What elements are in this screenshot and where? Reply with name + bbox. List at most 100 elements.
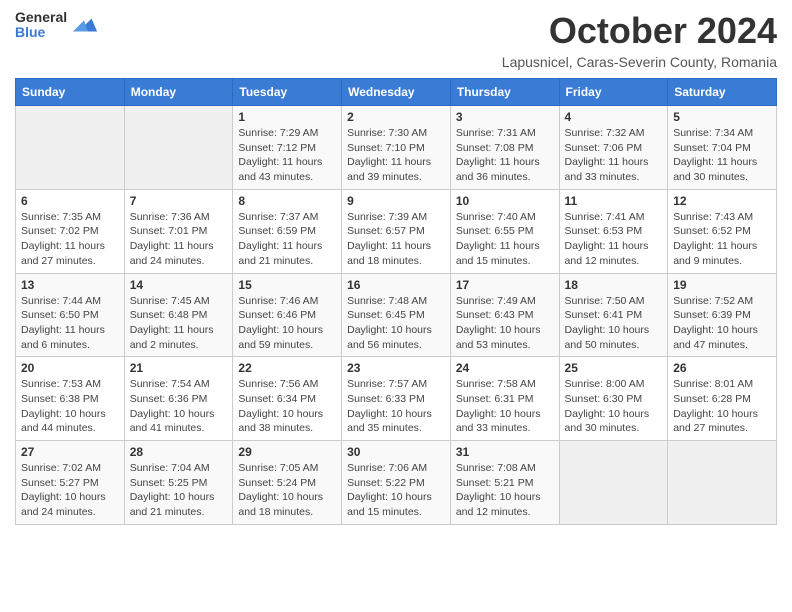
day-number: 31 [456, 445, 554, 459]
day-number: 20 [21, 361, 119, 375]
calendar-cell: 20 Sunrise: 7:53 AM Sunset: 6:38 PM Dayli… [16, 357, 125, 441]
day-info: Sunrise: 7:41 AM Sunset: 6:53 PM Dayligh… [565, 210, 663, 269]
logo-icon [71, 11, 99, 39]
calendar-cell: 24Sunrise: 7:58 AM Sunset: 6:31 PM Dayli… [450, 357, 559, 441]
day-number: 17 [456, 278, 554, 292]
logo: General Blue [15, 10, 99, 41]
header-monday: Monday [124, 79, 233, 106]
day-info: Sunrise: 7:05 AM Sunset: 5:24 PM Dayligh… [238, 461, 336, 520]
title-section: October 2024 Lapusnicel, Caras-Severin C… [502, 10, 777, 70]
calendar-cell: 16Sunrise: 7:48 AM Sunset: 6:45 PM Dayli… [342, 273, 451, 357]
day-info: Sunrise: 8:01 AM Sunset: 6:28 PM Dayligh… [673, 377, 771, 436]
calendar-week-row: 6 Sunrise: 7:35 AM Sunset: 7:02 PM Daylig… [16, 189, 777, 273]
calendar-cell [668, 441, 777, 525]
day-info: Sunrise: 7:48 AM Sunset: 6:45 PM Dayligh… [347, 294, 445, 353]
calendar-cell: 17 Sunrise: 7:49 AM Sunset: 6:43 PM Dayli… [450, 273, 559, 357]
day-info: Sunrise: 7:31 AM Sunset: 7:08 PM Dayligh… [456, 126, 554, 185]
day-info: Sunrise: 7:08 AM Sunset: 5:21 PM Dayligh… [456, 461, 554, 520]
calendar-week-row: 13 Sunrise: 7:44 AM Sunset: 6:50 PM Dayli… [16, 273, 777, 357]
day-info: Sunrise: 7:43 AM Sunset: 6:52 PM Dayligh… [673, 210, 771, 269]
calendar-cell: 8Sunrise: 7:37 AM Sunset: 6:59 PM Daylig… [233, 189, 342, 273]
day-number: 10 [456, 194, 554, 208]
calendar-cell: 23Sunrise: 7:57 AM Sunset: 6:33 PM Dayli… [342, 357, 451, 441]
calendar-cell: 6 Sunrise: 7:35 AM Sunset: 7:02 PM Daylig… [16, 189, 125, 273]
day-number: 27 [21, 445, 119, 459]
day-info: Sunrise: 7:45 AM Sunset: 6:48 PM Dayligh… [130, 294, 228, 353]
location-subtitle: Lapusnicel, Caras-Severin County, Romani… [502, 54, 777, 70]
calendar-cell: 18 Sunrise: 7:50 AM Sunset: 6:41 PM Dayli… [559, 273, 668, 357]
calendar-cell [124, 106, 233, 190]
calendar-cell: 15 Sunrise: 7:46 AM Sunset: 6:46 PM Dayli… [233, 273, 342, 357]
month-title: October 2024 [502, 10, 777, 52]
day-number: 2 [347, 110, 445, 124]
day-info: Sunrise: 7:54 AM Sunset: 6:36 PM Dayligh… [130, 377, 228, 436]
day-number: 30 [347, 445, 445, 459]
calendar-cell: 9Sunrise: 7:39 AM Sunset: 6:57 PM Daylig… [342, 189, 451, 273]
calendar-week-row: 20 Sunrise: 7:53 AM Sunset: 6:38 PM Dayli… [16, 357, 777, 441]
calendar-cell: 1 Sunrise: 7:29 AM Sunset: 7:12 PM Daylig… [233, 106, 342, 190]
day-info: Sunrise: 7:29 AM Sunset: 7:12 PM Dayligh… [238, 126, 336, 185]
day-info: Sunrise: 7:46 AM Sunset: 6:46 PM Dayligh… [238, 294, 336, 353]
calendar-week-row: 27 Sunrise: 7:02 AM Sunset: 5:27 PM Dayli… [16, 441, 777, 525]
day-info: Sunrise: 7:57 AM Sunset: 6:33 PM Dayligh… [347, 377, 445, 436]
day-number: 9 [347, 194, 445, 208]
day-info: Sunrise: 7:32 AM Sunset: 7:06 PM Dayligh… [565, 126, 663, 185]
day-info: Sunrise: 7:53 AM Sunset: 6:38 PM Dayligh… [21, 377, 119, 436]
day-number: 18 [565, 278, 663, 292]
day-info: Sunrise: 7:34 AM Sunset: 7:04 PM Dayligh… [673, 126, 771, 185]
day-number: 6 [21, 194, 119, 208]
logo-general-text: General [15, 10, 67, 25]
calendar-cell: 31 Sunrise: 7:08 AM Sunset: 5:21 PM Dayli… [450, 441, 559, 525]
day-info: Sunrise: 7:36 AM Sunset: 7:01 PM Dayligh… [130, 210, 228, 269]
calendar-cell: 26Sunrise: 8:01 AM Sunset: 6:28 PM Dayli… [668, 357, 777, 441]
page-header: General Blue October 2024 Lapusnicel, Ca… [15, 10, 777, 70]
day-number: 3 [456, 110, 554, 124]
day-number: 1 [238, 110, 336, 124]
calendar-cell: 28Sunrise: 7:04 AM Sunset: 5:25 PM Dayli… [124, 441, 233, 525]
calendar-cell: 13 Sunrise: 7:44 AM Sunset: 6:50 PM Dayli… [16, 273, 125, 357]
day-info: Sunrise: 7:44 AM Sunset: 6:50 PM Dayligh… [21, 294, 119, 353]
calendar-cell: 5 Sunrise: 7:34 AM Sunset: 7:04 PM Daylig… [668, 106, 777, 190]
calendar-cell: 12Sunrise: 7:43 AM Sunset: 6:52 PM Dayli… [668, 189, 777, 273]
calendar-cell: 22Sunrise: 7:56 AM Sunset: 6:34 PM Dayli… [233, 357, 342, 441]
header-sunday: Sunday [16, 79, 125, 106]
day-info: Sunrise: 7:50 AM Sunset: 6:41 PM Dayligh… [565, 294, 663, 353]
day-number: 5 [673, 110, 771, 124]
calendar-cell: 14 Sunrise: 7:45 AM Sunset: 6:48 PM Dayli… [124, 273, 233, 357]
calendar-cell: 19 Sunrise: 7:52 AM Sunset: 6:39 PM Dayli… [668, 273, 777, 357]
header-wednesday: Wednesday [342, 79, 451, 106]
calendar-cell: 10 Sunrise: 7:40 AM Sunset: 6:55 PM Dayli… [450, 189, 559, 273]
day-number: 14 [130, 278, 228, 292]
header-tuesday: Tuesday [233, 79, 342, 106]
day-info: Sunrise: 7:52 AM Sunset: 6:39 PM Dayligh… [673, 294, 771, 353]
day-number: 22 [238, 361, 336, 375]
calendar-cell [559, 441, 668, 525]
day-info: Sunrise: 7:02 AM Sunset: 5:27 PM Dayligh… [21, 461, 119, 520]
day-number: 15 [238, 278, 336, 292]
calendar-table: SundayMondayTuesdayWednesdayThursdayFrid… [15, 78, 777, 525]
day-number: 28 [130, 445, 228, 459]
day-number: 7 [130, 194, 228, 208]
calendar-week-row: 1 Sunrise: 7:29 AM Sunset: 7:12 PM Daylig… [16, 106, 777, 190]
day-number: 8 [238, 194, 336, 208]
day-number: 24 [456, 361, 554, 375]
calendar-header-row: SundayMondayTuesdayWednesdayThursdayFrid… [16, 79, 777, 106]
day-info: Sunrise: 7:06 AM Sunset: 5:22 PM Dayligh… [347, 461, 445, 520]
calendar-cell: 29Sunrise: 7:05 AM Sunset: 5:24 PM Dayli… [233, 441, 342, 525]
calendar-cell: 30 Sunrise: 7:06 AM Sunset: 5:22 PM Dayli… [342, 441, 451, 525]
day-info: Sunrise: 7:30 AM Sunset: 7:10 PM Dayligh… [347, 126, 445, 185]
day-number: 19 [673, 278, 771, 292]
day-info: Sunrise: 8:00 AM Sunset: 6:30 PM Dayligh… [565, 377, 663, 436]
day-number: 13 [21, 278, 119, 292]
calendar-cell: 25 Sunrise: 8:00 AM Sunset: 6:30 PM Dayli… [559, 357, 668, 441]
calendar-cell: 7 Sunrise: 7:36 AM Sunset: 7:01 PM Daylig… [124, 189, 233, 273]
calendar-cell [16, 106, 125, 190]
day-info: Sunrise: 7:35 AM Sunset: 7:02 PM Dayligh… [21, 210, 119, 269]
day-number: 25 [565, 361, 663, 375]
calendar-cell: 3 Sunrise: 7:31 AM Sunset: 7:08 PM Daylig… [450, 106, 559, 190]
header-thursday: Thursday [450, 79, 559, 106]
calendar-cell: 2 Sunrise: 7:30 AM Sunset: 7:10 PM Daylig… [342, 106, 451, 190]
day-info: Sunrise: 7:40 AM Sunset: 6:55 PM Dayligh… [456, 210, 554, 269]
calendar-cell: 21Sunrise: 7:54 AM Sunset: 6:36 PM Dayli… [124, 357, 233, 441]
day-info: Sunrise: 7:49 AM Sunset: 6:43 PM Dayligh… [456, 294, 554, 353]
